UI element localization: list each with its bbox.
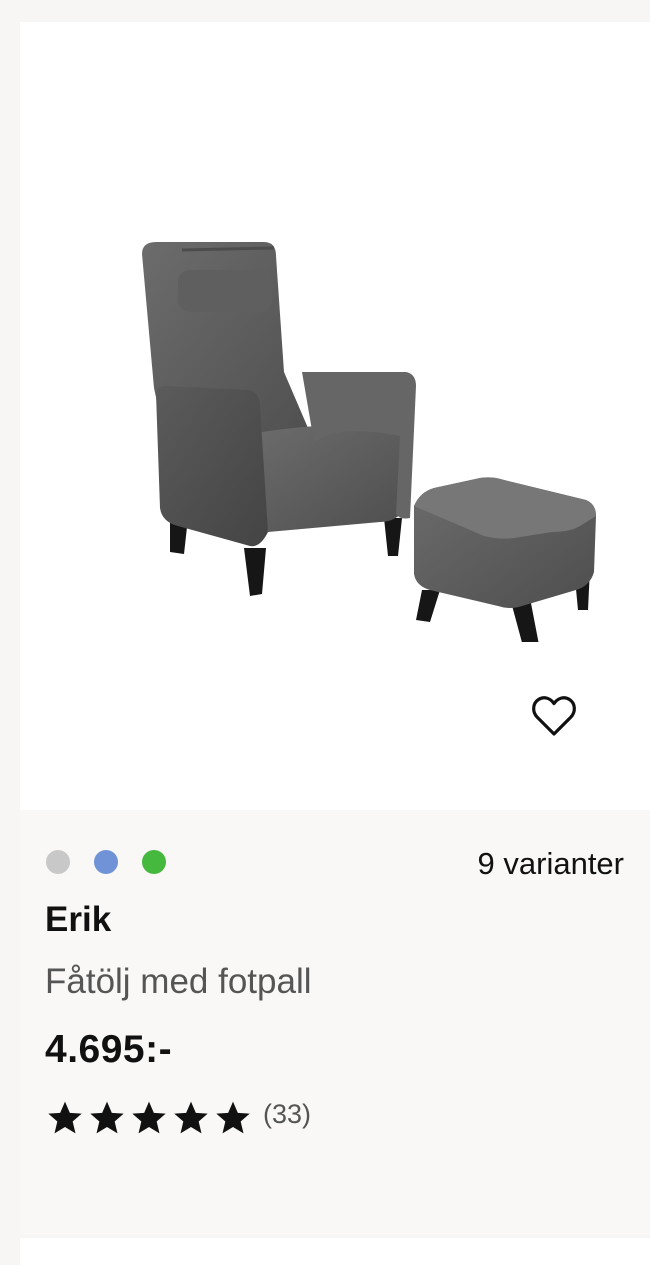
product-card[interactable]: 9 varianter Erik Fåtölj med fotpall 4.69… <box>20 22 650 1235</box>
star-filled-icon <box>48 1101 82 1134</box>
next-product-card[interactable] <box>20 1238 650 1265</box>
swatch-green[interactable] <box>142 850 166 874</box>
star-filled-icon <box>132 1101 166 1134</box>
swatch-blue[interactable] <box>94 850 118 874</box>
product-name[interactable]: Erik <box>45 900 111 940</box>
star-filled-icon <box>90 1101 124 1134</box>
review-count: (33) <box>263 1098 312 1129</box>
product-image-area[interactable] <box>20 22 650 810</box>
product-image[interactable] <box>100 202 600 642</box>
variants-link[interactable]: 9 varianter <box>478 846 624 882</box>
swatch-grey[interactable] <box>46 850 70 874</box>
rating-stars <box>45 1098 253 1138</box>
product-price: 4.695:- <box>45 1028 173 1071</box>
product-description: Fåtölj med fotpall <box>45 962 312 1001</box>
star-filled-icon <box>174 1101 208 1134</box>
favorite-button[interactable] <box>526 690 582 742</box>
color-swatches <box>46 850 166 874</box>
heart-outline-icon <box>532 696 576 736</box>
star-filled-icon <box>216 1101 250 1134</box>
product-info: 9 varianter Erik Fåtölj med fotpall 4.69… <box>20 810 650 1235</box>
rating[interactable]: (33) <box>45 1098 311 1138</box>
